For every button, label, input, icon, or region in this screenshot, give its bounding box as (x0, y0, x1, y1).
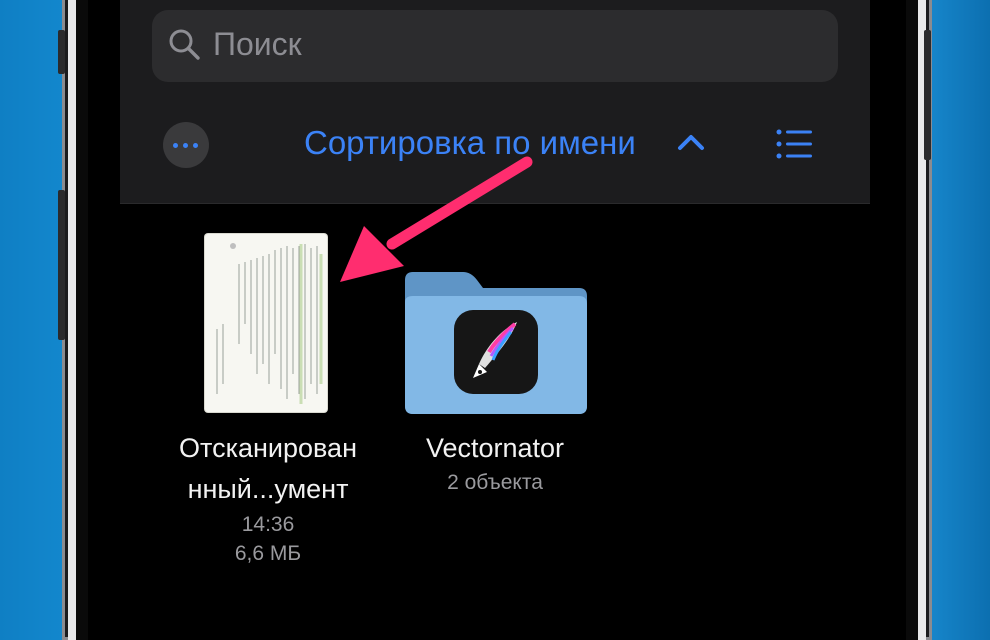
pointer-arrow-icon (340, 156, 533, 282)
